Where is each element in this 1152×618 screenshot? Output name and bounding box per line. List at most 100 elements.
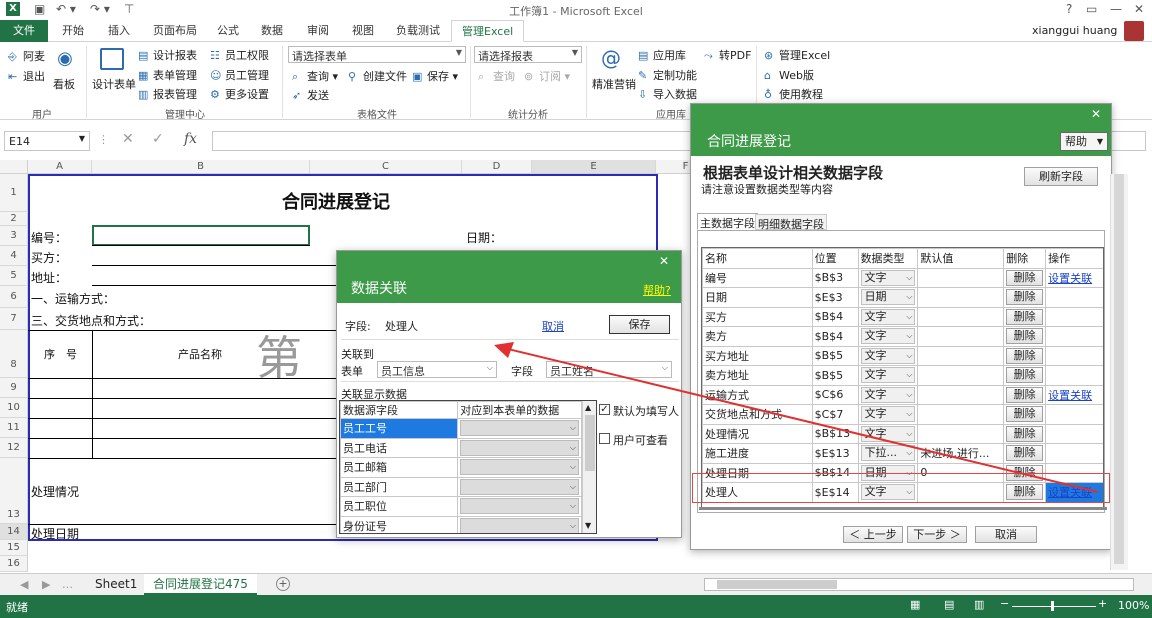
scroll-thumb[interactable] <box>717 580 837 589</box>
row-header[interactable]: 6 <box>0 286 28 308</box>
row-header[interactable]: 9 <box>0 378 28 398</box>
restore-icon[interactable]: ▭ <box>1086 2 1097 16</box>
row-header[interactable]: 7 <box>0 308 28 330</box>
mapping-dropdown[interactable]: ⌵ <box>460 498 579 515</box>
prev-sheet-icon[interactable]: ◀ <box>20 578 28 591</box>
sheet-tab[interactable]: Sheet1 <box>86 574 146 594</box>
more-settings-button[interactable]: ⚙ 更多设置 <box>210 86 269 102</box>
next-step-button[interactable]: 下一步 ＞ <box>907 526 967 543</box>
column-header[interactable]: B <box>92 160 310 174</box>
zoom-thumb[interactable] <box>1051 601 1054 611</box>
query-button[interactable]: ⌕ 查询 ▾ <box>292 68 338 84</box>
default-input[interactable] <box>917 287 1005 308</box>
zoom-out-icon[interactable]: − <box>1000 597 1009 610</box>
zoom-level[interactable]: 100% <box>1118 599 1149 612</box>
board-button[interactable]: 看板 <box>53 76 75 92</box>
help-dropdown[interactable]: 帮助 ▼ <box>1060 132 1108 151</box>
normal-view-icon[interactable]: ▦ <box>910 598 920 611</box>
source-field[interactable]: 员工电话 <box>340 437 459 458</box>
source-field[interactable]: 员工邮箱 <box>340 457 459 478</box>
ellipsis-icon[interactable]: … <box>62 578 73 591</box>
field-delete[interactable]: 删除 <box>1003 267 1047 288</box>
staff-manage-button[interactable]: ☺ 员工管理 <box>210 67 269 83</box>
type-dropdown[interactable]: 文字 ⌵ <box>860 269 916 286</box>
design-report-button[interactable]: ▤ 设计报表 <box>138 47 197 63</box>
column-header[interactable]: C <box>310 160 462 174</box>
active-cell[interactable] <box>92 225 310 246</box>
subscribe-button[interactable]: ⊚ 订阅 ▾ <box>524 68 570 84</box>
tab-home[interactable]: 开始 <box>52 20 94 42</box>
type-dropdown[interactable]: 文字 ⌵ <box>860 308 916 325</box>
fx-icon[interactable]: fx <box>184 131 197 147</box>
page-break-icon[interactable]: ▥ <box>974 598 984 611</box>
row-header[interactable]: 12 <box>0 438 28 458</box>
custom-function-button[interactable]: ✎ 定制功能 <box>638 67 697 83</box>
tab-manage-excel[interactable]: 管理Excel <box>451 20 525 42</box>
list-item[interactable]: 身份证号 ⌵ <box>340 515 582 533</box>
close-icon[interactable]: ✕ <box>659 254 669 268</box>
field-op[interactable]: 设置关联 <box>1045 267 1103 288</box>
app-store-button[interactable]: ▤ 应用库 <box>638 47 686 63</box>
tab-page-layout[interactable]: 页面布局 <box>143 20 207 42</box>
field-type[interactable]: 文字 ⌵ <box>857 306 919 327</box>
manage-excel-button[interactable]: ⊛ 管理Excel <box>764 47 830 63</box>
select-all-corner[interactable] <box>0 160 28 174</box>
row-header[interactable]: 2 <box>0 212 28 226</box>
row-header[interactable]: 13 <box>0 458 28 524</box>
cancel-button[interactable]: 取消 <box>975 526 1037 543</box>
link-save-button[interactable]: 保存 <box>609 315 670 334</box>
confirm-icon[interactable]: ✓ <box>152 131 164 147</box>
link-cancel[interactable]: 取消 <box>542 318 564 334</box>
tab-main-fields[interactable]: 主数据字段 <box>697 213 758 230</box>
tab-detail-fields[interactable]: 明细数据字段 <box>755 214 827 231</box>
source-field[interactable]: 员工职位 <box>340 496 459 517</box>
scroll-thumb[interactable] <box>1114 174 1124 564</box>
logout-button[interactable]: ⇤ 退出 <box>8 68 45 84</box>
tab-insert[interactable]: 插入 <box>98 20 140 42</box>
delete-button[interactable]: 删除 <box>1006 308 1044 325</box>
tab-view[interactable]: 视图 <box>342 20 384 42</box>
report-manage-button[interactable]: ▥ 报表管理 <box>138 86 197 102</box>
source-field[interactable]: 员工部门 <box>340 476 459 497</box>
scroll-down-icon[interactable]: ▼ <box>585 521 591 530</box>
refresh-fields-button[interactable]: 刷新字段 <box>1024 167 1098 186</box>
report-query-button[interactable]: ⌕ 查询 <box>478 68 515 84</box>
help-icon[interactable]: ? <box>1066 2 1072 16</box>
row-header[interactable]: 5 <box>0 266 28 286</box>
form-manage-button[interactable]: ▦ 表单管理 <box>138 67 197 83</box>
close-icon[interactable]: ✕ <box>1091 107 1101 121</box>
import-data-button[interactable]: ⇩ 导入数据 <box>638 86 697 102</box>
set-link-button[interactable]: 设置关联 <box>1048 272 1092 285</box>
to-pdf-button[interactable]: ⤳ 转PDF <box>704 47 751 63</box>
avatar[interactable] <box>1124 21 1144 41</box>
zoom-slider[interactable] <box>1012 606 1096 607</box>
staff-rights-button[interactable]: ☷ 员工权限 <box>210 47 269 63</box>
row-header[interactable]: 11 <box>0 418 28 438</box>
field-delete[interactable]: 删除 <box>1003 287 1047 308</box>
row-header[interactable]: 10 <box>0 398 28 418</box>
row-header[interactable]: 15 <box>0 540 28 556</box>
link-help[interactable]: 帮助? <box>643 282 671 298</box>
tutorial-button[interactable]: ♁ 使用教程 <box>764 86 823 102</box>
default-input[interactable] <box>917 306 1005 327</box>
prev-step-button[interactable]: ＜ 上一步 <box>843 526 903 543</box>
form-select[interactable]: 请选择表单 ▼ <box>288 46 466 63</box>
amai-button[interactable]: ⎆ 阿麦 <box>8 48 45 64</box>
field-type[interactable]: 文字 ⌵ <box>857 267 919 288</box>
tab-file[interactable]: 文件 <box>0 20 48 42</box>
field-type[interactable]: 日期 ⌵ <box>857 287 919 308</box>
tab-review[interactable]: 审阅 <box>297 20 339 42</box>
column-header[interactable]: D <box>462 160 532 174</box>
row-header[interactable]: 4 <box>0 246 28 266</box>
marketing-button[interactable]: 精准营销 <box>592 76 636 92</box>
mapping-dropdown[interactable]: ⌵ <box>460 517 579 533</box>
close-icon[interactable]: ✕ <box>1134 2 1144 16</box>
zoom-in-icon[interactable]: + <box>1098 597 1107 610</box>
default-input[interactable] <box>917 267 1005 288</box>
row-header[interactable]: 14 <box>0 524 28 540</box>
send-button[interactable]: ➶ 发送 <box>292 87 329 103</box>
web-version-button[interactable]: ⌂ Web版 <box>764 67 814 83</box>
field-op[interactable] <box>1045 287 1103 308</box>
report-select[interactable]: 请选择报表 ▼ <box>474 46 582 63</box>
mapping-select[interactable]: ⌵ <box>457 515 582 533</box>
